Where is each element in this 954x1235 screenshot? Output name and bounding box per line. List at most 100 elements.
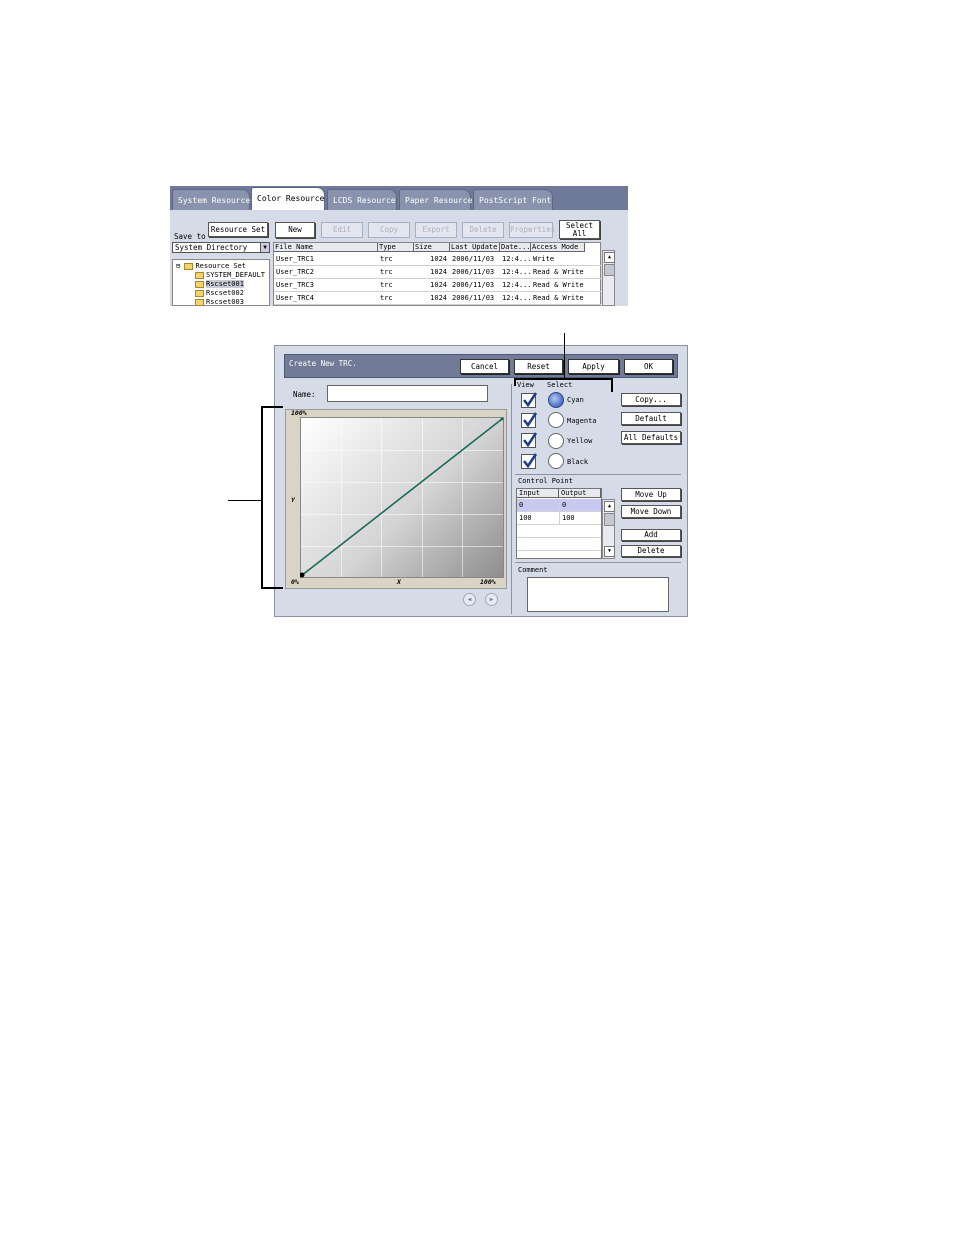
column-header-input: Input xyxy=(517,489,559,498)
view-cyan-checkbox[interactable] xyxy=(521,392,538,408)
tree-item[interactable]: Rscset002 xyxy=(195,289,244,297)
checkmark-icon xyxy=(522,432,538,448)
apply-button[interactable]: Apply xyxy=(568,359,619,374)
scroll-thumb[interactable] xyxy=(604,513,615,526)
cell-type: trc xyxy=(378,266,414,279)
comment-field[interactable] xyxy=(527,577,669,612)
cell-time: 12:4... xyxy=(500,292,531,305)
view-label: View xyxy=(517,381,534,389)
resource-set-button[interactable]: Resource Set xyxy=(208,222,268,237)
tab-system-resource[interactable]: System Resource xyxy=(172,189,250,210)
folder-icon xyxy=(195,289,204,297)
column-header-last-update[interactable]: Last Update xyxy=(450,243,500,252)
scroll-down-icon[interactable]: ▼ xyxy=(604,546,615,557)
cell-access-mode: Read & Write xyxy=(531,266,601,279)
view-yellow-checkbox[interactable] xyxy=(521,432,538,448)
scroll-up-icon[interactable]: ▲ xyxy=(604,501,615,512)
name-field[interactable] xyxy=(327,385,488,402)
select-yellow-radio[interactable] xyxy=(548,433,564,449)
tab-postscript-font[interactable]: PostScript Font xyxy=(473,189,553,210)
cyan-label: Cyan xyxy=(567,396,584,404)
tab-paper-resource[interactable]: Paper Resource xyxy=(399,189,472,210)
y-axis-label: Y xyxy=(291,496,295,504)
properties-button[interactable]: Properties xyxy=(509,222,555,238)
tree-item-label: Rscset003 xyxy=(206,298,244,306)
previous-point-icon[interactable]: ◀ xyxy=(463,593,476,606)
control-point-table: Input Output 0 0 100 100 xyxy=(516,488,602,559)
delete-point-button[interactable]: Delete xyxy=(621,545,681,557)
control-point-end[interactable] xyxy=(500,417,504,421)
select-black-radio[interactable] xyxy=(548,453,564,469)
folder-icon xyxy=(195,280,204,288)
resource-manager-screenshot: System Resource Color Resource LCDS Reso… xyxy=(170,186,628,306)
select-magenta-radio[interactable] xyxy=(548,412,564,428)
scroll-thumb[interactable] xyxy=(604,264,615,276)
divider xyxy=(515,562,681,563)
cell-time: 12:4... xyxy=(500,266,531,279)
column-header-date[interactable]: Date... xyxy=(500,243,531,252)
tab-lcds-resource[interactable]: LCDS Resource xyxy=(327,189,397,210)
chevron-down-icon[interactable]: ▼ xyxy=(260,243,269,252)
move-down-button[interactable]: Move Down xyxy=(621,505,681,518)
file-table-scrollbar[interactable]: ▲ xyxy=(602,250,615,306)
name-label: Name: xyxy=(293,390,316,399)
cell-access-mode: Read & Write xyxy=(531,292,601,305)
select-cyan-radio[interactable] xyxy=(548,392,564,408)
cell-last-update: 2006/11/03 xyxy=(450,253,500,266)
view-black-checkbox[interactable] xyxy=(521,453,538,469)
view-magenta-checkbox[interactable] xyxy=(521,412,538,428)
cell-type: trc xyxy=(378,292,414,305)
column-header-size[interactable]: Size xyxy=(414,243,450,252)
cell-input: 100 xyxy=(517,512,559,525)
edit-button[interactable]: Edit xyxy=(321,222,363,238)
copy-curve-button[interactable]: Copy... xyxy=(621,393,681,406)
cell-type: trc xyxy=(378,253,414,266)
dialog-header: Create New TRC. Cancel Reset Apply OK xyxy=(284,354,678,378)
y-axis-max-label: 100% xyxy=(291,409,307,417)
divider xyxy=(511,384,512,614)
callout-line-view-select xyxy=(564,333,565,379)
next-point-icon[interactable]: ▶ xyxy=(485,593,498,606)
select-all-button[interactable]: Select All xyxy=(559,220,600,239)
trc-curve-line xyxy=(300,418,503,577)
move-up-button[interactable]: Move Up xyxy=(621,488,681,501)
divider xyxy=(515,474,681,475)
tree-item-selected[interactable]: Rscset001 xyxy=(195,280,244,288)
tree-item[interactable]: SYSTEM_DEFAULT xyxy=(195,271,265,279)
control-point-scrollbar[interactable]: ▲ ▼ xyxy=(602,499,615,559)
new-button[interactable]: New xyxy=(275,222,315,238)
tree-item-label: Rscset002 xyxy=(206,289,244,297)
add-button[interactable]: Add xyxy=(621,529,681,541)
ok-button[interactable]: OK xyxy=(624,359,673,374)
copy-button[interactable]: Copy xyxy=(368,222,410,238)
callout-bracket-view-select xyxy=(514,378,612,380)
cancel-button[interactable]: Cancel xyxy=(460,359,509,374)
collapse-icon[interactable]: ⊟ xyxy=(176,262,180,270)
tree-root[interactable]: ⊟ Resource Set xyxy=(176,262,246,270)
black-label: Black xyxy=(567,458,589,466)
tab-color-resource[interactable]: Color Resource xyxy=(251,187,325,210)
all-defaults-button[interactable]: All Defaults xyxy=(621,431,681,444)
directory-select[interactable]: System Directory ▼ xyxy=(172,242,270,253)
checkmark-icon xyxy=(522,412,538,428)
callout-bracket-graph-bottom xyxy=(261,587,283,589)
save-to-label: Save to xyxy=(174,232,206,241)
tree-item-label: Rscset001 xyxy=(206,280,244,288)
trc-curve-svg xyxy=(300,417,504,578)
tree-item[interactable]: Rscset003 xyxy=(195,298,244,306)
tree-item-label: SYSTEM_DEFAULT xyxy=(206,271,266,279)
callout-bracket-graph xyxy=(261,406,263,589)
reset-button[interactable]: Reset xyxy=(514,359,563,374)
scroll-up-icon[interactable]: ▲ xyxy=(604,252,615,263)
column-header-access-mode[interactable]: Access Mode xyxy=(531,243,585,252)
trc-plot-area[interactable] xyxy=(300,417,504,578)
export-button[interactable]: Export xyxy=(415,222,457,238)
column-header-file-name[interactable]: File Name xyxy=(274,243,378,252)
column-header-type[interactable]: Type xyxy=(378,243,414,252)
select-label: Select xyxy=(547,381,573,389)
table-row-empty xyxy=(517,525,601,538)
delete-button[interactable]: Delete xyxy=(462,222,504,238)
tab-bar: System Resource Color Resource LCDS Reso… xyxy=(170,186,628,210)
default-button[interactable]: Default xyxy=(621,412,681,425)
file-table: File Name Type Size Last Update Date... … xyxy=(273,242,601,306)
